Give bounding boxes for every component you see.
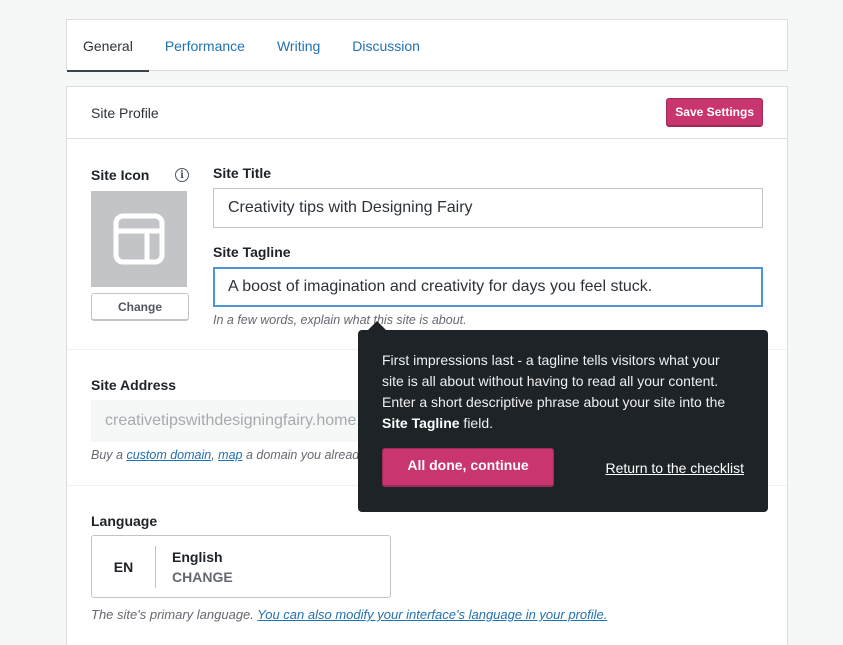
tooltip-body-end: field. (459, 415, 494, 431)
tagline-tooltip: First impressions last - a tagline tells… (358, 321, 768, 512)
tooltip-body: First impressions last - a tagline tells… (382, 352, 726, 410)
return-to-checklist-link[interactable]: Return to the checklist (605, 460, 744, 476)
language-picker[interactable]: EN English CHANGE (91, 535, 391, 598)
language-help: The site's primary language. You can als… (91, 607, 731, 622)
help-text: The site's primary language. (91, 607, 258, 622)
language-label: Language (91, 513, 158, 529)
language-code: EN (92, 545, 156, 588)
site-tagline-label: Site Tagline (213, 244, 291, 260)
language-name: English (172, 548, 223, 565)
all-done-continue-button[interactable]: All done, continue (382, 448, 554, 487)
language-section: Language EN English CHANGE The site's pr… (91, 513, 731, 622)
profile-language-link[interactable]: You can also modify your interface's lan… (257, 607, 607, 622)
tooltip-bold: Site Tagline (382, 415, 460, 431)
help-text: Buy a (91, 448, 127, 462)
title-tagline-fields: Site Title Site Tagline In a few words, … (213, 165, 764, 327)
site-tagline-help: In a few words, explain what this site i… (213, 313, 467, 327)
info-icon[interactable]: i (175, 168, 189, 182)
card-title: Site Profile (91, 104, 159, 121)
tab-performance[interactable]: Performance (149, 20, 261, 71)
settings-tabs: General Performance Writing Discussion (66, 19, 788, 72)
tooltip-arrow (368, 321, 386, 330)
change-site-icon-button[interactable]: Change (91, 293, 189, 321)
language-change[interactable]: CHANGE (172, 569, 233, 585)
tab-writing[interactable]: Writing (261, 20, 336, 71)
tab-general[interactable]: General (67, 20, 149, 72)
site-icon-preview[interactable] (91, 191, 187, 287)
layout-icon (113, 213, 165, 265)
save-settings-button[interactable]: Save Settings (666, 98, 763, 127)
card-header: Site Profile Save Settings (67, 87, 787, 139)
site-icon-label: Site Icon (91, 167, 150, 183)
site-title-input[interactable] (213, 188, 763, 228)
map-domain-link[interactable]: map (218, 448, 242, 462)
site-title-label: Site Title (213, 165, 272, 181)
tab-discussion[interactable]: Discussion (336, 20, 436, 71)
custom-domain-link[interactable]: custom domain (126, 448, 211, 462)
site-icon-section: Site Icon i Change (91, 165, 189, 321)
tooltip-text: First impressions last - a tagline tells… (382, 350, 744, 434)
site-tagline-input[interactable] (213, 267, 763, 307)
